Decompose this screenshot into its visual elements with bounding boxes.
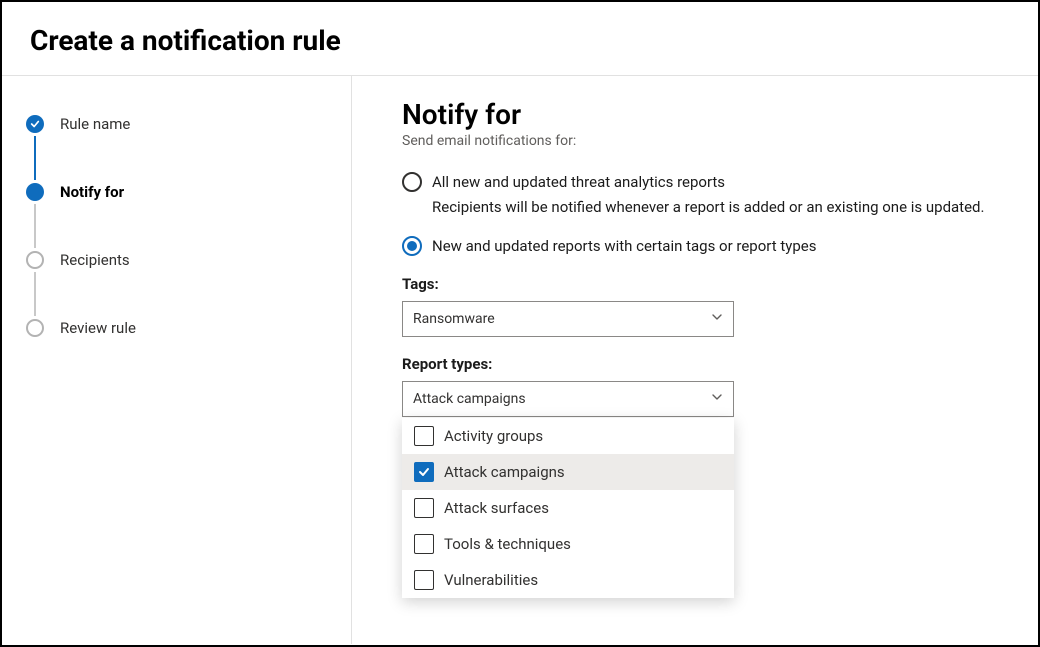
checkbox-icon <box>414 534 434 554</box>
option-activity-groups[interactable]: Activity groups <box>402 418 734 454</box>
body: Rule name Notify for Recipients Review r… <box>2 76 1038 644</box>
current-step-icon <box>26 183 44 201</box>
page-title: Create a notification rule <box>30 24 1010 57</box>
option-label: Activity groups <box>444 427 543 445</box>
radio-icon <box>402 172 422 192</box>
checkbox-icon <box>414 570 434 590</box>
report-types-dropdown[interactable]: Attack campaigns <box>402 381 734 417</box>
page-header: Create a notification rule <box>2 2 1038 75</box>
chevron-down-icon <box>711 391 723 407</box>
wizard-steps: Rule name Notify for Recipients Review r… <box>2 76 352 644</box>
option-label: Attack campaigns <box>444 463 565 481</box>
checkbox-icon <box>414 498 434 518</box>
section-heading: Notify for <box>402 98 1010 131</box>
step-review-rule[interactable]: Review rule <box>26 316 351 340</box>
step-label: Rule name <box>60 115 130 133</box>
option-label: Attack surfaces <box>444 499 549 517</box>
report-types-value: Attack campaigns <box>413 391 526 407</box>
radio-description: Recipients will be notified whenever a r… <box>432 197 1010 217</box>
step-label: Notify for <box>60 183 124 201</box>
step-connector <box>34 136 36 180</box>
step-connector <box>34 272 36 316</box>
option-attack-surfaces[interactable]: Attack surfaces <box>402 490 734 526</box>
step-rule-name[interactable]: Rule name <box>26 112 351 136</box>
option-attack-campaigns[interactable]: Attack campaigns <box>402 454 734 490</box>
radio-tagged-reports[interactable]: New and updated reports with certain tag… <box>402 235 1010 257</box>
report-types-options: Activity groups Attack campaigns Attack … <box>402 418 734 598</box>
pending-step-icon <box>26 251 44 269</box>
section-subtitle: Send email notifications for: <box>402 133 1010 149</box>
option-label: Tools & techniques <box>444 535 571 553</box>
pending-step-icon <box>26 319 44 337</box>
tags-value: Ransomware <box>413 311 495 327</box>
check-circle-icon <box>26 115 44 133</box>
option-tools-techniques[interactable]: Tools & techniques <box>402 526 734 562</box>
radio-all-reports[interactable]: All new and updated threat analytics rep… <box>402 171 1010 193</box>
tags-label: Tags: <box>402 275 1010 293</box>
checkbox-icon <box>414 426 434 446</box>
chevron-down-icon <box>711 311 723 327</box>
radio-icon <box>402 236 422 256</box>
main-panel: Notify for Send email notifications for:… <box>352 76 1038 644</box>
option-vulnerabilities[interactable]: Vulnerabilities <box>402 562 734 598</box>
radio-label: New and updated reports with certain tag… <box>432 235 817 257</box>
report-types-field: Attack campaigns Activity groups Attack … <box>402 381 734 417</box>
checkbox-checked-icon <box>414 462 434 482</box>
step-label: Review rule <box>60 319 136 337</box>
radio-label: All new and updated threat analytics rep… <box>432 171 725 193</box>
tags-dropdown[interactable]: Ransomware <box>402 301 734 337</box>
step-label: Recipients <box>60 251 130 269</box>
step-connector <box>34 204 36 248</box>
step-recipients[interactable]: Recipients <box>26 248 351 272</box>
step-notify-for[interactable]: Notify for <box>26 180 351 204</box>
report-types-label: Report types: <box>402 355 1010 373</box>
option-label: Vulnerabilities <box>444 571 538 589</box>
